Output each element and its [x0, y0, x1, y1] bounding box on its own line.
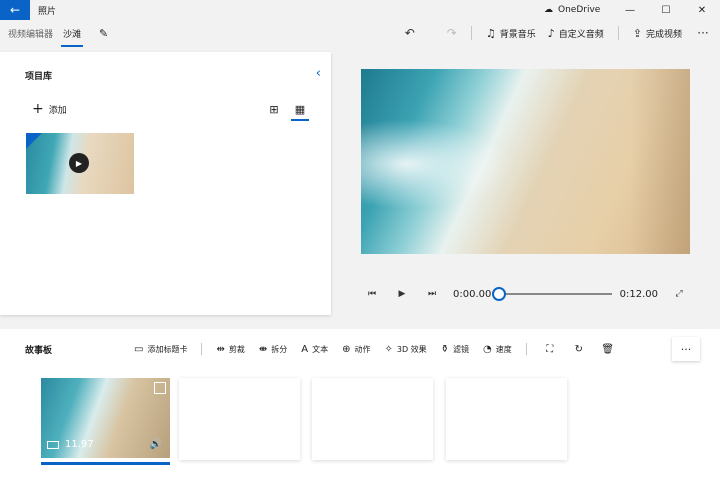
storyboard-divider	[201, 343, 203, 355]
storyboard-divider	[525, 343, 527, 355]
3d-effects-icon: ✧	[384, 343, 393, 355]
preview-shade	[630, 69, 690, 254]
back-button[interactable]: ←	[0, 0, 30, 20]
export-icon: ⇪	[632, 26, 642, 40]
finish-video-button[interactable]: ⇪ 完成视频	[633, 27, 682, 40]
cloud-icon: ☁	[544, 5, 553, 15]
toolbar-actions: ↶ ↷ ♫ 背景音乐 ♪ 自定义音频 ⇪ 完成视频 ···	[399, 20, 714, 46]
clip-select-checkbox[interactable]	[154, 382, 166, 394]
music-note-icon: ♫	[485, 26, 496, 40]
toolbar: 视频编辑器 沙滩 ✎ ↶ ↷ ♫ 背景音乐 ♪ 自定义音频 ⇪ 完成视频 ···	[0, 20, 720, 47]
more-options-button[interactable]: ···	[692, 22, 714, 44]
large-grid-icon[interactable]: ⊞	[267, 102, 281, 116]
add-media-button[interactable]: + 添加	[32, 102, 67, 116]
empty-storyboard-slot[interactable]	[312, 378, 433, 460]
speed-label: 速度	[495, 344, 512, 354]
storyboard-tools: ▭ 添加标题卡 ⇹ 剪裁 ⇼ 拆分 A 文本 ⊕ 动作 ✧ 3D 效果 ⚱ 滤镜	[134, 329, 628, 369]
video-preview	[361, 69, 690, 254]
breadcrumb-parent[interactable]: 视频编辑器	[8, 27, 53, 40]
custom-audio-label: 自定义音频	[558, 29, 604, 40]
background-music-label: 背景音乐	[499, 29, 536, 40]
plus-icon: +	[32, 101, 44, 117]
toolbar-divider	[617, 26, 619, 40]
motion-label: 动作	[354, 344, 371, 354]
split-button[interactable]: ⇼ 拆分	[259, 344, 287, 355]
small-grid-icon[interactable]: ▦	[291, 102, 309, 121]
empty-storyboard-slot[interactable]	[179, 378, 300, 460]
3d-effects-label: 3D 效果	[396, 344, 427, 354]
storyboard-title: 故事板	[25, 346, 53, 356]
empty-storyboard-slot[interactable]	[446, 378, 567, 460]
3d-effects-button[interactable]: ✧ 3D 效果	[384, 344, 426, 355]
resize-icon[interactable]: ⛶	[541, 340, 559, 358]
step-forward-icon[interactable]: ⏭	[421, 283, 443, 305]
step-back-icon[interactable]: ⏮	[361, 283, 383, 305]
background-music-button[interactable]: ♫ 背景音乐	[486, 27, 536, 40]
library-title: 项目库	[25, 72, 53, 82]
filter-icon: ⚱	[440, 343, 450, 355]
in-use-marker	[26, 133, 42, 149]
text-button[interactable]: A 文本	[301, 344, 328, 355]
onedrive-status[interactable]: ☁ OneDrive	[544, 0, 600, 20]
storyboard-clip[interactable]: 11.97 🔊	[41, 378, 170, 458]
add-title-card-button[interactable]: ▭ 添加标题卡	[134, 344, 187, 355]
maximize-button[interactable]: ☐	[648, 0, 684, 20]
clip-duration: 11.97	[47, 439, 94, 450]
undo-icon[interactable]: ↶	[399, 22, 421, 44]
trim-label: 剪裁	[228, 344, 245, 354]
finish-video-label: 完成视频	[645, 29, 682, 40]
text-icon: A	[301, 343, 309, 355]
back-arrow-icon: ←	[9, 3, 21, 17]
trim-icon: ⇹	[216, 343, 225, 355]
seek-bar[interactable]	[492, 287, 612, 301]
library-view-toggle: ⊞ ▦	[267, 102, 309, 121]
play-icon[interactable]: ▶	[69, 153, 89, 173]
play-pause-icon[interactable]: ▶	[391, 283, 413, 305]
filters-button[interactable]: ⚱ 滤镜	[441, 344, 469, 355]
clip-duration-value: 11.97	[65, 439, 94, 450]
title-card-icon: ▭	[134, 343, 144, 355]
clip-selection-bar	[41, 462, 170, 465]
current-time: 0:00.00	[453, 288, 492, 300]
collapse-chevron-icon[interactable]: ‹	[316, 66, 321, 81]
breadcrumb-current: 沙滩	[61, 27, 84, 47]
preview-foam	[361, 119, 511, 209]
playback-controls: ⏮ ▶ ⏭ 0:00.00 0:12.00 ⤢	[361, 282, 690, 306]
close-button[interactable]: ✕	[684, 0, 720, 20]
filters-label: 滤镜	[453, 344, 470, 354]
minimize-button[interactable]: —	[612, 0, 648, 20]
app-title: 照片	[38, 6, 57, 17]
storyboard-more-button[interactable]: ···	[672, 337, 700, 361]
library-video-thumbnail[interactable]: ▶	[26, 133, 134, 194]
fullscreen-icon[interactable]: ⤢	[668, 283, 690, 305]
breadcrumb: 视频编辑器 沙滩 ✎	[8, 20, 108, 47]
volume-icon[interactable]: 🔊	[150, 439, 162, 450]
speed-button[interactable]: ◔ 速度	[483, 344, 512, 355]
redo-icon[interactable]: ↷	[441, 22, 463, 44]
total-time: 0:12.00	[619, 288, 658, 300]
seek-thumb[interactable]	[492, 287, 507, 301]
clip-frame-icon	[47, 440, 59, 449]
add-media-label: 添加	[48, 105, 67, 116]
add-title-card-label: 添加标题卡	[147, 344, 188, 354]
custom-audio-button[interactable]: ♪ 自定义音频	[548, 27, 604, 40]
rename-pencil-icon[interactable]: ✎	[99, 27, 108, 40]
onedrive-label: OneDrive	[558, 5, 601, 15]
project-library: 项目库 ‹ + 添加 ⊞ ▦ ▶	[0, 52, 331, 315]
delete-icon[interactable]: 🗑	[599, 340, 617, 358]
motion-icon: ⊕	[342, 343, 351, 355]
window-controls: — ☐ ✕	[612, 0, 720, 20]
speed-icon: ◔	[483, 343, 492, 355]
trim-button[interactable]: ⇹ 剪裁	[216, 344, 244, 355]
split-label: 拆分	[271, 344, 288, 354]
text-label: 文本	[312, 344, 329, 354]
storyboard: 故事板 ▭ 添加标题卡 ⇹ 剪裁 ⇼ 拆分 A 文本 ⊕ 动作 ✧ 3D 效果 …	[0, 329, 720, 494]
rotate-icon[interactable]: ↻	[570, 340, 588, 358]
motion-button[interactable]: ⊕ 动作	[342, 344, 370, 355]
toolbar-divider	[470, 26, 472, 40]
split-icon: ⇼	[258, 343, 268, 355]
custom-audio-icon: ♪	[547, 26, 555, 40]
